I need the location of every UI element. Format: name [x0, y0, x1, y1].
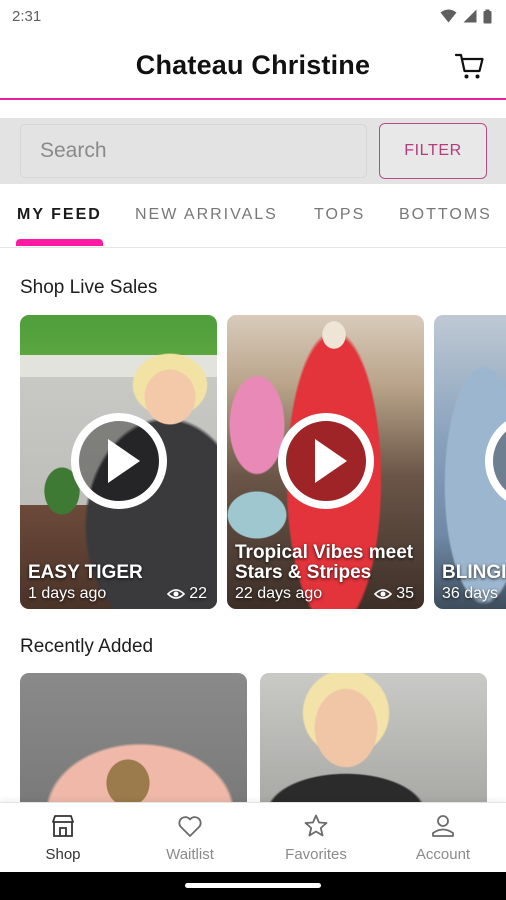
- nav-label: Shop: [45, 846, 81, 863]
- signal-icon: [463, 9, 477, 23]
- live-sale-meta: 1 days ago 22: [28, 585, 207, 603]
- status-bar: 2:31: [0, 0, 506, 32]
- recently-added-heading: Recently Added: [20, 636, 154, 657]
- view-count-value: 35: [396, 585, 414, 602]
- view-count: 35: [374, 585, 414, 603]
- nav-label: Account: [415, 846, 471, 863]
- nav-shop[interactable]: Shop: [0, 803, 126, 873]
- search-bar: FILTER: [0, 118, 506, 184]
- product-thumbnail: [260, 673, 487, 803]
- live-sales-heading: Shop Live Sales: [20, 277, 158, 298]
- live-sale-age: 36 days: [442, 585, 499, 602]
- live-sale-meta: 36 days: [442, 585, 506, 603]
- nav-label: Favorites: [285, 846, 347, 863]
- product-card[interactable]: [20, 673, 247, 803]
- battery-icon: [483, 9, 492, 23]
- nav-label: Waitlist: [166, 846, 214, 863]
- system-gesture-bar: [0, 872, 506, 900]
- heart-icon: [178, 816, 202, 837]
- app-title: Chateau Christine: [135, 49, 371, 80]
- view-count: 22: [167, 585, 207, 603]
- account-icon: [432, 815, 454, 837]
- bottom-navigation: Shop Waitlist Favorites Account: [0, 802, 506, 872]
- play-icon[interactable]: [277, 412, 375, 510]
- cart-icon: [454, 53, 484, 79]
- wifi-icon: [440, 9, 457, 23]
- cart-button[interactable]: [454, 50, 486, 82]
- live-sales-carousel[interactable]: EASY TIGER 1 days ago 22 Tropical Vibes …: [20, 315, 506, 610]
- live-sale-card[interactable]: EASY TIGER 1 days ago 22: [20, 315, 217, 609]
- live-sale-title: Tropical Vibes meet Stars & Stripes: [235, 542, 414, 583]
- eye-icon: [374, 589, 393, 599]
- live-sale-age: 1 days ago: [28, 585, 107, 602]
- shop-icon: [52, 815, 74, 837]
- tab-tops[interactable]: TOPS: [314, 206, 365, 224]
- tab-new-arrivals[interactable]: NEW ARRIVALS: [135, 206, 278, 224]
- live-sale-title: BLINGIN' THE DI: [442, 562, 506, 583]
- status-time: 2:31: [12, 7, 42, 25]
- product-thumbnail: [20, 673, 247, 803]
- play-icon[interactable]: [484, 412, 506, 510]
- search-input[interactable]: [20, 124, 367, 178]
- home-gesture-handle[interactable]: [185, 883, 321, 888]
- app-header: Chateau Christine: [0, 32, 506, 100]
- live-sale-title: EASY TIGER: [28, 562, 143, 583]
- eye-icon: [167, 589, 186, 599]
- star-icon: [304, 814, 328, 837]
- active-tab-indicator: [16, 239, 103, 246]
- live-sale-meta: 22 days ago 35: [235, 585, 414, 603]
- view-count-value: 22: [189, 585, 207, 602]
- play-icon[interactable]: [70, 412, 168, 510]
- live-sale-card[interactable]: Tropical Vibes meet Stars & Stripes 22 d…: [227, 315, 424, 609]
- product-card[interactable]: [260, 673, 487, 803]
- live-sale-card[interactable]: BLINGIN' THE DI 36 days: [434, 315, 506, 609]
- nav-waitlist[interactable]: Waitlist: [127, 803, 253, 873]
- live-sale-age: 22 days ago: [235, 585, 323, 602]
- tab-bottoms[interactable]: BOTTOMS: [399, 206, 492, 224]
- category-tabs: MY FEED NEW ARRIVALS TOPS BOTTOMS: [0, 190, 506, 248]
- tab-my-feed[interactable]: MY FEED: [17, 206, 102, 224]
- nav-favorites[interactable]: Favorites: [253, 803, 379, 873]
- status-icons: [440, 9, 492, 24]
- nav-account[interactable]: Account: [380, 803, 506, 873]
- filter-button[interactable]: FILTER: [379, 123, 487, 179]
